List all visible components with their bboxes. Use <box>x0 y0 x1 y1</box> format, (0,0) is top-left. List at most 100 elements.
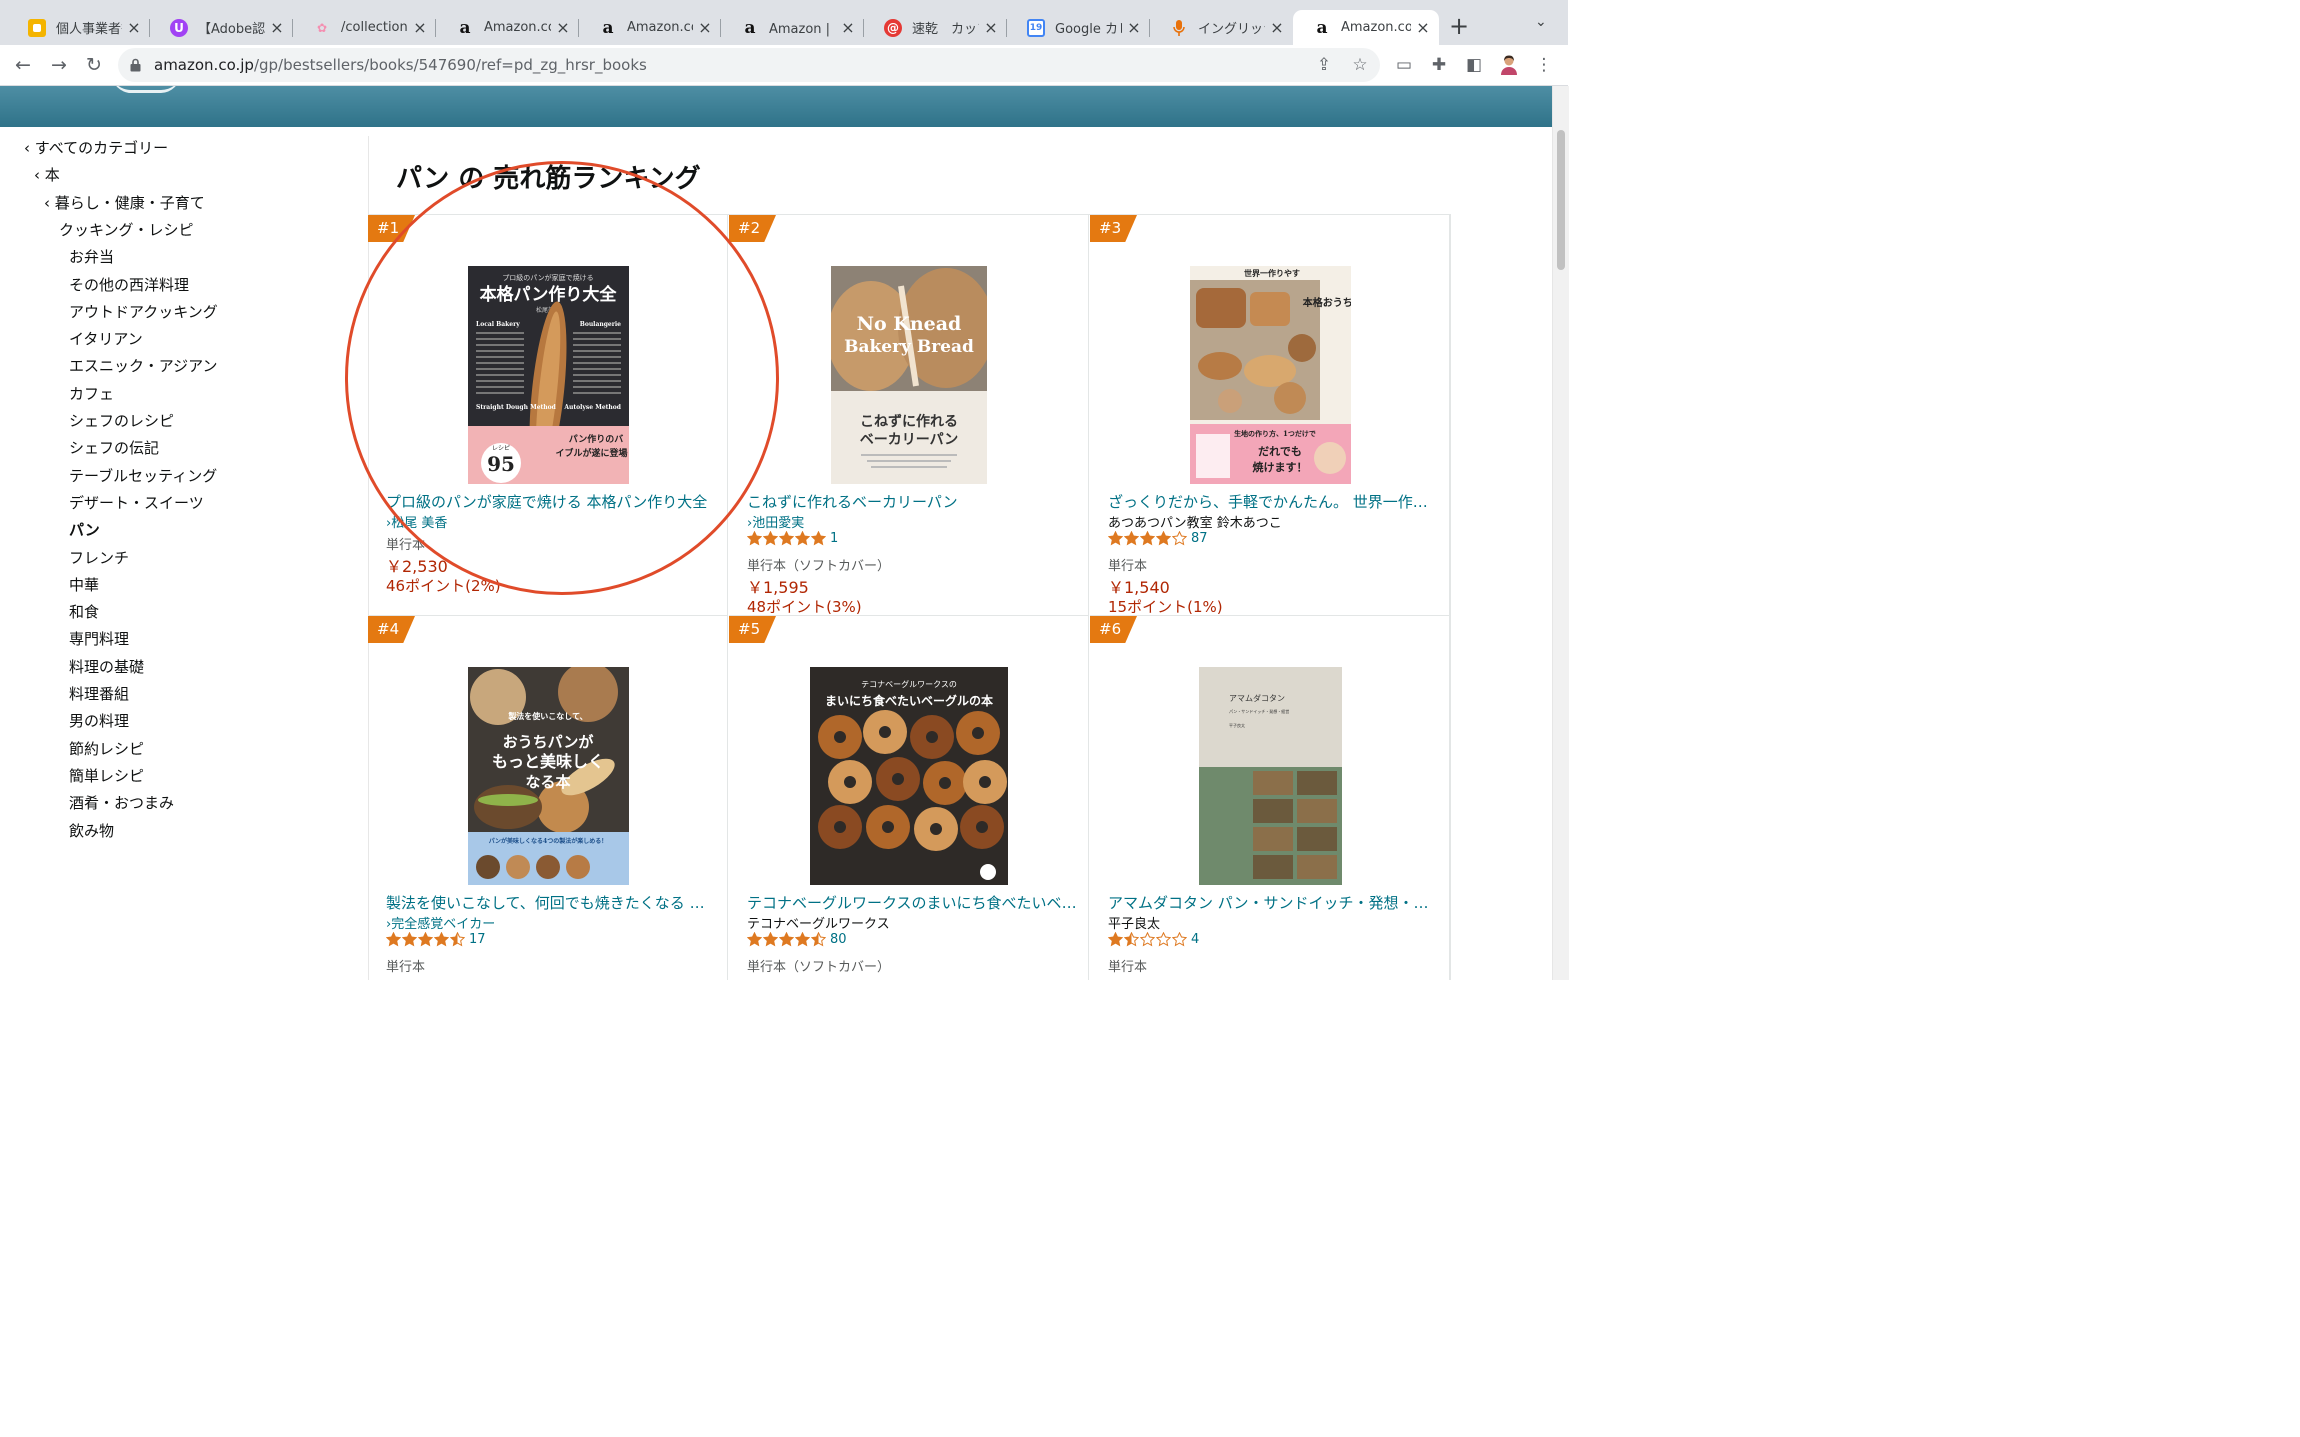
browser-tab[interactable]: a Amazon.co. × <box>1293 10 1439 45</box>
tab-title: Amazon.co. <box>627 20 693 35</box>
sidebar-category-item[interactable]: その他の西洋料理 <box>69 274 189 295</box>
browser-tab[interactable]: 19 Google カレ × <box>1007 10 1150 45</box>
share-icon[interactable]: ⇪ <box>1314 55 1334 75</box>
sidebar-category-item[interactable]: ‹ すべてのカテゴリー <box>24 137 168 158</box>
sidebar-category-item[interactable]: 料理番組 <box>69 683 129 704</box>
browser-tab[interactable]: U 【Adobe認定 × <box>150 10 293 45</box>
browser-tab[interactable]: 個人事業者等 × <box>8 10 150 45</box>
sidebar-category-item[interactable]: シェフのレシピ <box>69 410 174 431</box>
svg-text:パンが美味しくなる4つの製法が楽しめる！: パンが美味しくなる4つの製法が楽しめる！ <box>489 837 607 845</box>
sidebar-category-item[interactable]: フレンチ <box>69 547 129 568</box>
star-rating[interactable]: 4 <box>1108 932 1199 947</box>
new-tab-button[interactable]: + <box>1447 14 1471 38</box>
sidebar-category-item[interactable]: 専門料理 <box>69 628 129 649</box>
svg-text:製法を使いこなして、: 製法を使いこなして、 <box>507 711 587 721</box>
sidebar-category-item[interactable]: 和食 <box>69 601 99 622</box>
browser-tab[interactable]: ✿ /collections × <box>293 10 436 45</box>
book-cover-image[interactable]: 製法を使いこなして、 おうちパンが もっと美味しく なる本 パンが美味しくなる4つの製法… <box>468 667 629 885</box>
sidebar-category-item: パン <box>69 521 100 540</box>
browser-tab[interactable]: イングリッシ × <box>1150 10 1293 45</box>
review-count[interactable]: 80 <box>830 932 847 947</box>
forward-arrow-icon[interactable]: → <box>45 51 73 79</box>
product-author[interactable]: ›池田愛実 <box>747 512 804 531</box>
rating-star-icon <box>450 932 465 947</box>
rating-star-icon <box>402 932 417 947</box>
book-cover-image[interactable]: プロ級のパンが家庭で焼ける 本格パン作り大全 松尾美香 Local Bakery Bou… <box>468 266 629 484</box>
product-title-link[interactable]: こねずに作れるベーカリーパン <box>747 491 1077 512</box>
product-title-link[interactable]: テコナベーグルワークスのまいにち食べたいベーグルの本 <box>747 892 1077 913</box>
tab-close-icon[interactable]: × <box>1415 18 1431 37</box>
sidebar-category-item[interactable]: 料理の基礎 <box>69 656 144 677</box>
rating-star-icon <box>747 932 762 947</box>
tab-close-icon[interactable]: × <box>1126 18 1142 37</box>
browser-menu-icon[interactable]: ⋮ <box>1534 55 1554 75</box>
address-bar[interactable]: amazon.co.jp/gp/bestsellers/books/547690… <box>118 48 1380 82</box>
product-title-link[interactable]: アマムダコタン パン・サンドイッチ・発想・経営 <box>1108 892 1438 913</box>
sidebar-category-item[interactable]: ‹ 本 <box>34 164 60 185</box>
product-author[interactable]: ›松尾 美香 <box>386 512 447 531</box>
sidebar-category-item[interactable]: 中華 <box>69 574 99 595</box>
sidebar-category-item[interactable]: 簡単レシピ <box>69 765 144 786</box>
svg-text:Autolyse Method: Autolyse Method <box>563 404 621 411</box>
scrollbar-thumb[interactable] <box>1557 130 1565 270</box>
svg-text:テコナベーグルワークスの: テコナベーグルワークスの <box>861 679 957 689</box>
tab-close-icon[interactable]: × <box>555 18 571 37</box>
product-title-link[interactable]: ざっくりだから、手軽でかんたん。 世界一作りやすい本格おうちパン <box>1108 491 1438 512</box>
page-scrollbar[interactable] <box>1552 86 1569 980</box>
sidebar-category-item[interactable]: アウトドアクッキング <box>69 301 218 322</box>
back-arrow-icon[interactable]: ← <box>9 51 37 79</box>
browser-tab[interactable]: a Amazon.co. × <box>436 10 579 45</box>
sidebar-category-item[interactable]: ‹ 暮らし・健康・子育て <box>44 192 205 213</box>
review-count[interactable]: 87 <box>1191 531 1208 546</box>
sidebar-category-item[interactable]: エスニック・アジアン <box>69 355 218 376</box>
browser-tab-strip: 個人事業者等 × U 【Adobe認定 × ✿ /collections × a Amazon.c… <box>0 0 1568 45</box>
web-page: ‹ すべてのカテゴリー ‹ 本 ‹ 暮らし・健康・子育て クッキング・レシピお弁当その… <box>0 86 1552 980</box>
rank-badge: #4 <box>368 616 415 643</box>
star-rating[interactable]: 87 <box>1108 531 1208 546</box>
browser-tab[interactable]: a Amazon.co. × <box>579 10 721 45</box>
sidebar-category-item[interactable]: 酒肴・おつまみ <box>69 792 174 813</box>
tab-search-chevron-icon[interactable]: ⌄ <box>1535 14 1547 30</box>
review-count[interactable]: 4 <box>1191 932 1199 947</box>
book-cover-image[interactable]: テコナベーグルワークスの まいにち食べたいベーグルの本 <box>810 667 1008 885</box>
product-title-link[interactable]: 製法を使いこなして、何回でも焼きたくなる おうちパンがもっと美味しくなる本 <box>386 892 716 913</box>
sidebar-category-item[interactable]: クッキング・レシピ <box>59 219 194 240</box>
review-count[interactable]: 17 <box>469 932 486 947</box>
tab-close-icon[interactable]: × <box>412 18 428 37</box>
product-author[interactable]: ›完全感覚ベイカー <box>386 913 495 932</box>
sidebar-category-item[interactable]: シェフの伝記 <box>69 437 159 458</box>
sidebar-category-item[interactable]: 飲み物 <box>69 820 114 841</box>
tab-close-icon[interactable]: × <box>1269 18 1285 37</box>
profile-avatar-icon[interactable] <box>1499 55 1519 75</box>
star-rating[interactable]: 80 <box>747 932 847 947</box>
book-cover-image[interactable]: アマムダコタン パン・サンドイッチ・発想・経営 平子良太 <box>1199 667 1342 885</box>
reload-icon[interactable]: ↻ <box>80 51 108 79</box>
rating-star-icon <box>763 531 778 546</box>
tab-close-icon[interactable]: × <box>269 18 285 37</box>
book-cover-image[interactable]: 世界一作りやす本格おうちパン生地の作り方、1つだけでだれでも焼けます！ <box>1190 266 1351 484</box>
sidebar-category-item[interactable]: デザート・スイーツ <box>69 492 204 513</box>
tab-close-icon[interactable]: × <box>126 18 142 37</box>
browser-tab[interactable]: a Amazon | 【 × <box>721 10 864 45</box>
browser-tab[interactable]: @ 速乾 カップ × <box>864 10 1007 45</box>
side-panel-icon[interactable]: ◧ <box>1464 55 1484 75</box>
product-title-link[interactable]: プロ級のパンが家庭で焼ける 本格パン作り大全 <box>386 491 716 512</box>
review-count[interactable]: 1 <box>830 531 838 546</box>
sidebar-category-item[interactable]: 男の料理 <box>69 710 129 731</box>
bookmark-star-icon[interactable]: ☆ <box>1350 55 1370 75</box>
puzzle-extensions-icon[interactable]: ✚ <box>1429 55 1449 75</box>
sidebar-category-item[interactable]: イタリアン <box>69 328 143 349</box>
lock-icon[interactable] <box>130 58 141 72</box>
extension-line-icon[interactable]: ▭ <box>1394 55 1414 75</box>
sidebar-category-item[interactable]: 節約レシピ <box>69 738 144 759</box>
sidebar-category-item[interactable]: テーブルセッティング <box>69 465 217 486</box>
sidebar-category-item[interactable]: お弁当 <box>69 246 114 267</box>
tab-close-icon[interactable]: × <box>983 18 999 37</box>
tab-close-icon[interactable]: × <box>697 18 713 37</box>
url-text[interactable]: amazon.co.jp/gp/bestsellers/books/547690… <box>154 56 647 74</box>
star-rating[interactable]: 17 <box>386 932 486 947</box>
tab-close-icon[interactable]: × <box>840 18 856 37</box>
book-cover-image[interactable]: No Knead Bakery Bread こねずに作れる ベーカリーパン <box>831 266 987 484</box>
star-rating[interactable]: 1 <box>747 531 838 546</box>
sidebar-category-item[interactable]: カフェ <box>69 383 114 404</box>
